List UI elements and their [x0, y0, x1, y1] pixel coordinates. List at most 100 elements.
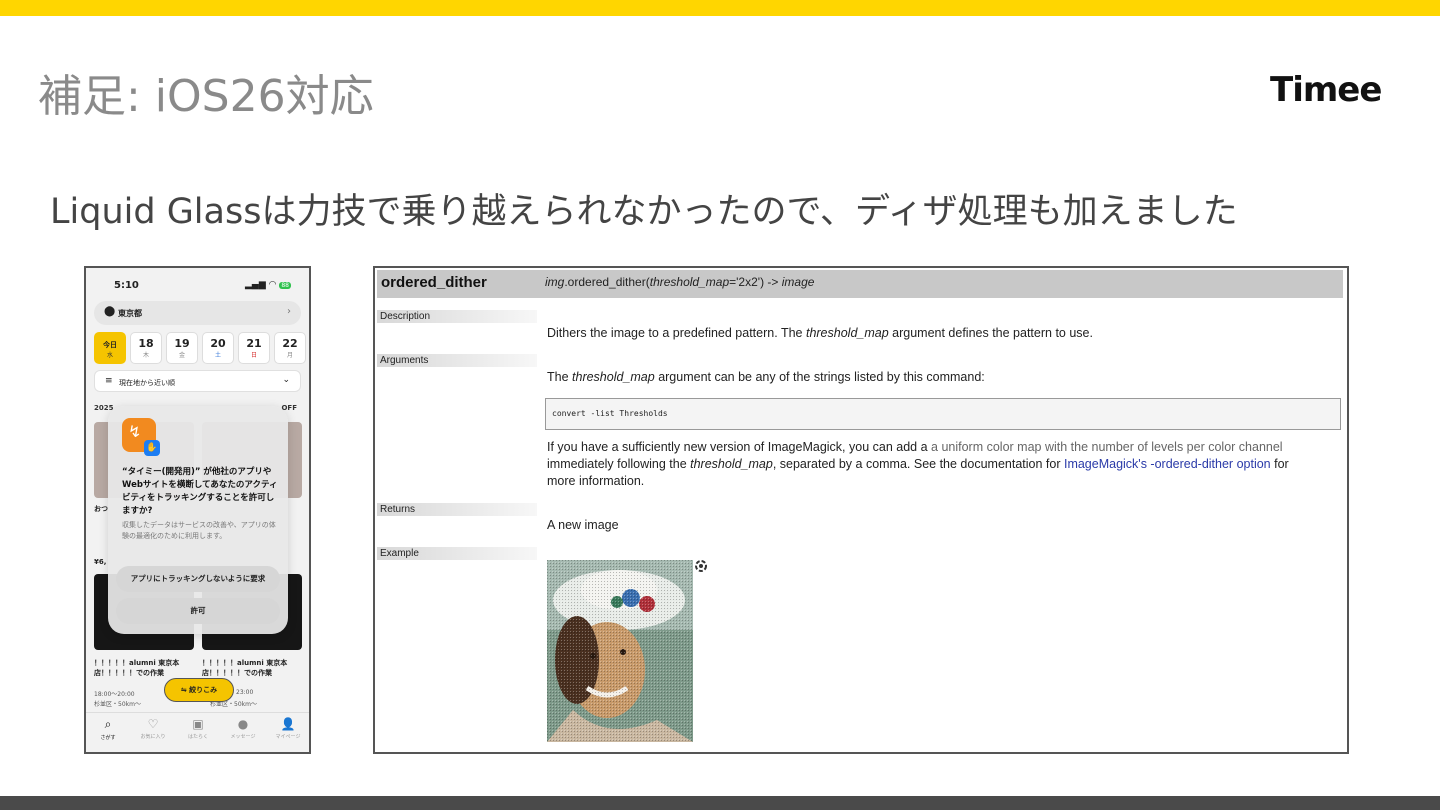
- text-run: for: [1270, 457, 1289, 471]
- date-22[interactable]: 22 月: [274, 332, 306, 364]
- job-card-time: 23:00: [236, 689, 254, 696]
- section-label-returns: Returns: [377, 503, 537, 516]
- paragraph-line: immediately following the threshold_map,…: [547, 456, 1337, 473]
- code-text: convert -list Thresholds: [552, 409, 668, 418]
- arguments-paragraph: If you have a sufficiently new version o…: [547, 439, 1337, 490]
- text-run: Dithers the image to a predefined patter…: [547, 326, 806, 340]
- date-day: 金: [178, 352, 185, 359]
- job-card-place: 杉並区・50km～: [94, 701, 141, 708]
- text-run: If you have a sufficiently new version o…: [547, 440, 932, 454]
- tab-label: お気に入り: [140, 734, 166, 740]
- tab-label: メッセージ: [230, 734, 256, 740]
- filter-label: 絞りこみ: [189, 686, 218, 694]
- date-day: 月: [286, 352, 293, 359]
- text-emphasis: threshold_map: [572, 370, 655, 384]
- sort-label: 現在地から近い順: [119, 379, 175, 387]
- chevron-right-icon: ›: [287, 306, 291, 317]
- dithered-example-image: [547, 560, 693, 742]
- bottom-bar: [0, 796, 1440, 810]
- signature-argument: threshold_map: [649, 275, 730, 289]
- tab-favorites[interactable]: ♡ お気に入り: [133, 717, 173, 740]
- status-icons: ▂▄▆ ◠ 88: [245, 280, 291, 290]
- filter-button[interactable]: ⇋ 絞りこみ: [164, 678, 234, 702]
- date-19[interactable]: 19 金: [166, 332, 198, 364]
- timee-logo: Timee: [1270, 70, 1382, 110]
- allow-button[interactable]: 許可: [116, 598, 280, 624]
- text-run: , separated by a comma. See the document…: [772, 457, 1064, 471]
- tab-label: マイページ: [275, 734, 301, 740]
- ordered-dither-docs-link[interactable]: ImageMagick's -ordered-dither option: [1064, 457, 1271, 471]
- date-20[interactable]: 20 土: [202, 332, 234, 364]
- date-day: 木: [142, 352, 149, 359]
- text-emphasis: threshold_map: [690, 457, 773, 471]
- section-label-example: Example: [377, 547, 537, 560]
- section-label-description: Description: [377, 310, 537, 323]
- date-number: 18: [138, 337, 154, 350]
- location-pin-icon: ⬤: [104, 306, 116, 317]
- tab-search[interactable]: ⌕ さがす: [88, 717, 128, 741]
- job-card-time: 18:00～20:00: [94, 691, 135, 698]
- date-number: 20: [210, 337, 226, 350]
- description-text: Dithers the image to a predefined patter…: [547, 325, 1093, 342]
- signature-return: image: [781, 275, 815, 289]
- code-block: convert -list Thresholds: [545, 398, 1341, 430]
- tab-label: さがす: [100, 735, 116, 741]
- paragraph-line: If you have a sufficiently new version o…: [547, 439, 1337, 456]
- app-icon: ↯ ✋: [122, 418, 160, 456]
- phone-screenshot: 5:10 ▂▄▆ ◠ 88 ⬤ 東京都 › 今日水 18 木 19 金 20 土 21…: [84, 266, 311, 754]
- section-label-arguments: Arguments: [377, 354, 537, 367]
- briefcase-icon: ▣: [192, 717, 204, 731]
- tab-mypage[interactable]: 👤 マイページ: [268, 717, 308, 740]
- heart-icon: ♡: [147, 717, 159, 731]
- text-muted: a uniform color map with the number of l…: [931, 440, 1283, 454]
- returns-text: A new image: [547, 518, 619, 532]
- dialog-body: 収集したデータはサービスの改善や、アプリの体験の最適化のために利用します。: [122, 521, 276, 540]
- job-card-title: ！！！！！alumni 東京本店！！！！！での作業: [202, 659, 288, 677]
- slide-subtitle: Liquid Glassは力技で乗り越えられなかったので、ディザ処理も加えました: [50, 192, 1238, 232]
- person-icon: 👤: [280, 717, 296, 731]
- section-header: 2025: [94, 404, 114, 412]
- slide-title: 補足: iOS26対応: [38, 71, 374, 122]
- location-selector[interactable]: ⬤ 東京都 ›: [94, 301, 301, 325]
- slide: 補足: iOS26対応 Timee Liquid Glassは力技で乗り越えられ…: [0, 0, 1440, 810]
- tab-messages[interactable]: ● メッセージ: [223, 717, 263, 740]
- date-today[interactable]: 今日水: [94, 332, 126, 364]
- signature-default: ='2x2') ->: [729, 275, 782, 289]
- date-number: 21: [246, 337, 262, 350]
- text-run: The: [547, 370, 573, 384]
- date-18[interactable]: 18 木: [130, 332, 162, 364]
- dialog-title: “タイミー(開発用)” が他社のアプリやWebサイトを横断してあなたのアクティビ…: [122, 467, 278, 516]
- sort-icon: ≡: [105, 376, 113, 386]
- arguments-text: The threshold_map argument can be any of…: [547, 369, 985, 386]
- text-emphasis: threshold_map: [805, 326, 889, 340]
- tab-work[interactable]: ▣ はたらく: [178, 717, 218, 740]
- date-21[interactable]: 21 日: [238, 332, 270, 364]
- chevron-down-icon: ⌄: [282, 375, 290, 385]
- paragraph-line: more information.: [547, 474, 645, 488]
- function-name: ordered_dither: [381, 274, 487, 291]
- date-picker: 今日水 18 木 19 金 20 土 21 日 22 月: [94, 332, 306, 366]
- ask-not-to-track-button[interactable]: アプリにトラッキングしないように要求: [116, 566, 280, 592]
- date-day: 水: [106, 352, 113, 359]
- date-number: 19: [174, 337, 190, 350]
- date-day: 日: [250, 352, 257, 359]
- top-accent-bar: [0, 0, 1440, 16]
- tracking-permission-dialog: ↯ ✋ “タイミー(開発用)” が他社のアプリやWebサイトを横断してあなたのア…: [108, 406, 288, 634]
- status-time: 5:10: [114, 280, 139, 291]
- function-signature: img.ordered_dither(threshold_map='2x2') …: [545, 275, 814, 289]
- job-card-title: ！！！！！alumni 東京本店！！！！！での作業: [94, 659, 180, 677]
- docs-screenshot: ordered_dither img.ordered_dither(thresh…: [373, 266, 1349, 754]
- filter-icon: ⇋: [180, 686, 190, 694]
- date-day: 土: [214, 352, 221, 359]
- function-header: ordered_dither img.ordered_dither(thresh…: [377, 270, 1343, 298]
- sort-selector[interactable]: ≡ 現在地から近い順 ⌄: [94, 370, 301, 392]
- text-run: immediately following the: [547, 457, 691, 471]
- hand-icon: ✋: [144, 440, 160, 456]
- chat-icon: ●: [237, 717, 249, 731]
- date-number: 22: [282, 337, 298, 350]
- battery-icon: 88: [279, 282, 291, 289]
- status-bar: 5:10 ▂▄▆ ◠ 88: [86, 268, 309, 298]
- route-icon: ↯: [128, 422, 142, 441]
- tab-label: はたらく: [188, 734, 208, 740]
- date-number: 今日: [103, 341, 117, 349]
